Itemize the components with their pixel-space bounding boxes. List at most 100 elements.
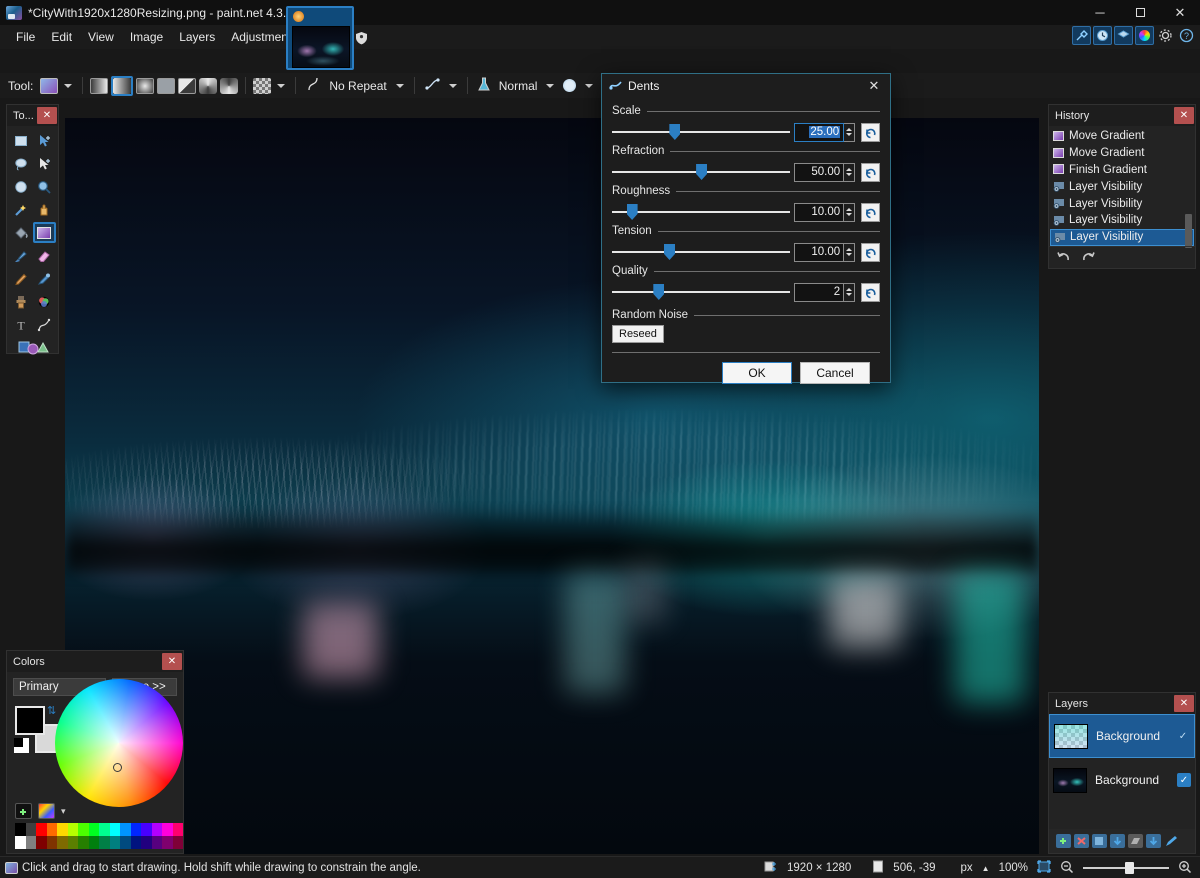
- palette-swatch[interactable]: [46, 823, 57, 836]
- move-layer-down-icon[interactable]: [1146, 834, 1161, 848]
- color-wheel-cursor[interactable]: [113, 763, 122, 772]
- scale-input[interactable]: 25.00: [794, 122, 845, 142]
- units-label[interactable]: px: [961, 862, 973, 874]
- color-wheel[interactable]: [55, 679, 183, 807]
- eraser-icon[interactable]: [33, 245, 57, 266]
- text-icon[interactable]: T: [9, 314, 33, 335]
- menu-layers[interactable]: Layers: [171, 27, 223, 47]
- palette-swatch[interactable]: [15, 836, 26, 849]
- zoom-slider-thumb[interactable]: [1125, 862, 1134, 874]
- undo-arrow-icon[interactable]: [1057, 250, 1072, 266]
- spiral-gradient-icon[interactable]: [220, 77, 239, 94]
- quality-reset-button[interactable]: [860, 282, 880, 302]
- quality-slider[interactable]: [612, 282, 791, 302]
- palette-swatch[interactable]: [151, 823, 162, 836]
- palette-swatch[interactable]: [88, 823, 99, 836]
- layers-icon[interactable]: [1114, 26, 1133, 45]
- history-panel-close-button[interactable]: ✕: [1174, 107, 1194, 124]
- layers-panel-close-button[interactable]: ✕: [1174, 695, 1194, 712]
- history-clock-icon[interactable]: [1093, 26, 1112, 45]
- palette-swatch[interactable]: [88, 836, 99, 849]
- palette-swatch[interactable]: [172, 823, 183, 836]
- close-button[interactable]: ✕: [1160, 0, 1200, 25]
- palette-swatch[interactable]: [120, 823, 131, 836]
- palette-row-1[interactable]: [15, 823, 183, 836]
- ok-button[interactable]: OK: [722, 362, 792, 384]
- fit-to-window-icon[interactable]: [1037, 860, 1051, 876]
- palette-swatch[interactable]: [162, 836, 173, 849]
- palette-swatch[interactable]: [67, 836, 78, 849]
- palette-icon[interactable]: [38, 803, 55, 819]
- palette-swatch[interactable]: [25, 823, 36, 836]
- palette-swatch[interactable]: [15, 823, 26, 836]
- history-item[interactable]: Move Gradient: [1050, 145, 1194, 162]
- history-item[interactable]: Finish Gradient: [1050, 162, 1194, 179]
- recolor-icon[interactable]: [33, 291, 57, 312]
- line-curve-icon[interactable]: [33, 314, 57, 335]
- palette-swatch[interactable]: [109, 823, 120, 836]
- refraction-slider[interactable]: [612, 162, 791, 182]
- history-list[interactable]: Move Gradient Move Gradient Finish Gradi…: [1049, 126, 1195, 248]
- palette-swatch[interactable]: [57, 836, 68, 849]
- menu-edit[interactable]: Edit: [43, 27, 80, 47]
- layer-properties-icon[interactable]: [1164, 834, 1179, 848]
- tension-stepper[interactable]: [844, 242, 855, 262]
- palette-swatch[interactable]: [109, 836, 120, 849]
- quality-input[interactable]: 2: [794, 282, 845, 302]
- palette-swatch[interactable]: [151, 836, 162, 849]
- zoom-level-value[interactable]: 100%: [999, 862, 1028, 874]
- palette-swatch[interactable]: [141, 823, 152, 836]
- palette-swatch[interactable]: [99, 836, 110, 849]
- palette-swatch[interactable]: [130, 823, 141, 836]
- slider-thumb[interactable]: [696, 164, 708, 180]
- reseed-button[interactable]: Reseed: [612, 325, 664, 343]
- rectangle-select-icon[interactable]: [9, 130, 33, 151]
- layer-visibility-checkbox[interactable]: ✓: [1176, 729, 1190, 743]
- palette-swatch[interactable]: [36, 823, 47, 836]
- square-gradient-icon[interactable]: [157, 77, 176, 94]
- diamond-gradient-icon[interactable]: [178, 77, 197, 94]
- reset-colors-icon[interactable]: [14, 738, 29, 753]
- refraction-input[interactable]: 50.00: [794, 162, 845, 182]
- menu-view[interactable]: View: [80, 27, 122, 47]
- paint-bucket-icon[interactable]: [9, 222, 33, 243]
- layer-visibility-checkbox[interactable]: ✓: [1177, 773, 1191, 787]
- palette-swatch[interactable]: [130, 836, 141, 849]
- tension-reset-button[interactable]: [860, 242, 880, 262]
- swap-colors-icon[interactable]: ⇅: [47, 704, 56, 717]
- palette-swatch[interactable]: [46, 836, 57, 849]
- settings-gear-icon[interactable]: [1156, 26, 1175, 45]
- history-scrollbar[interactable]: [1185, 214, 1192, 248]
- color-picker-icon[interactable]: [33, 268, 57, 289]
- tension-input[interactable]: 10.00: [794, 242, 845, 262]
- colors-panel-close-button[interactable]: ✕: [162, 653, 182, 670]
- image-canvas[interactable]: [65, 118, 1039, 854]
- merge-layer-down-icon[interactable]: [1110, 834, 1125, 848]
- document-tab[interactable]: [286, 6, 354, 70]
- minimize-button[interactable]: ─: [1080, 0, 1120, 25]
- palette-swatch[interactable]: [78, 836, 89, 849]
- chevron-down-icon[interactable]: [277, 83, 286, 88]
- hammer-tools-icon[interactable]: [1072, 26, 1091, 45]
- tool-dropdown-caret-icon[interactable]: [64, 83, 73, 88]
- zoom-slider[interactable]: [1083, 862, 1169, 874]
- chevron-down-icon[interactable]: [448, 83, 457, 88]
- redo-arrow-icon[interactable]: [1080, 250, 1095, 266]
- slider-thumb[interactable]: [664, 244, 675, 260]
- tension-slider[interactable]: [612, 242, 791, 262]
- palette-swatch[interactable]: [57, 823, 68, 836]
- ellipse-select-icon[interactable]: [9, 176, 33, 197]
- gradient-icon[interactable]: [32, 222, 56, 243]
- help-icon[interactable]: ?: [1177, 26, 1196, 45]
- primary-color-swatch[interactable]: [15, 706, 45, 735]
- units-caret-icon[interactable]: ▲: [982, 864, 990, 873]
- palette-row-2[interactable]: [15, 836, 183, 849]
- linear-gradient-icon[interactable]: [90, 77, 109, 94]
- color-wheel-icon[interactable]: [1135, 26, 1154, 45]
- radial-gradient-icon[interactable]: [136, 77, 155, 94]
- zoom-out-icon[interactable]: [1060, 860, 1074, 876]
- palette-swatch[interactable]: [120, 836, 131, 849]
- current-tool-swatch-icon[interactable]: [40, 77, 59, 94]
- palette-swatch[interactable]: [141, 836, 152, 849]
- quality-stepper[interactable]: [844, 282, 855, 302]
